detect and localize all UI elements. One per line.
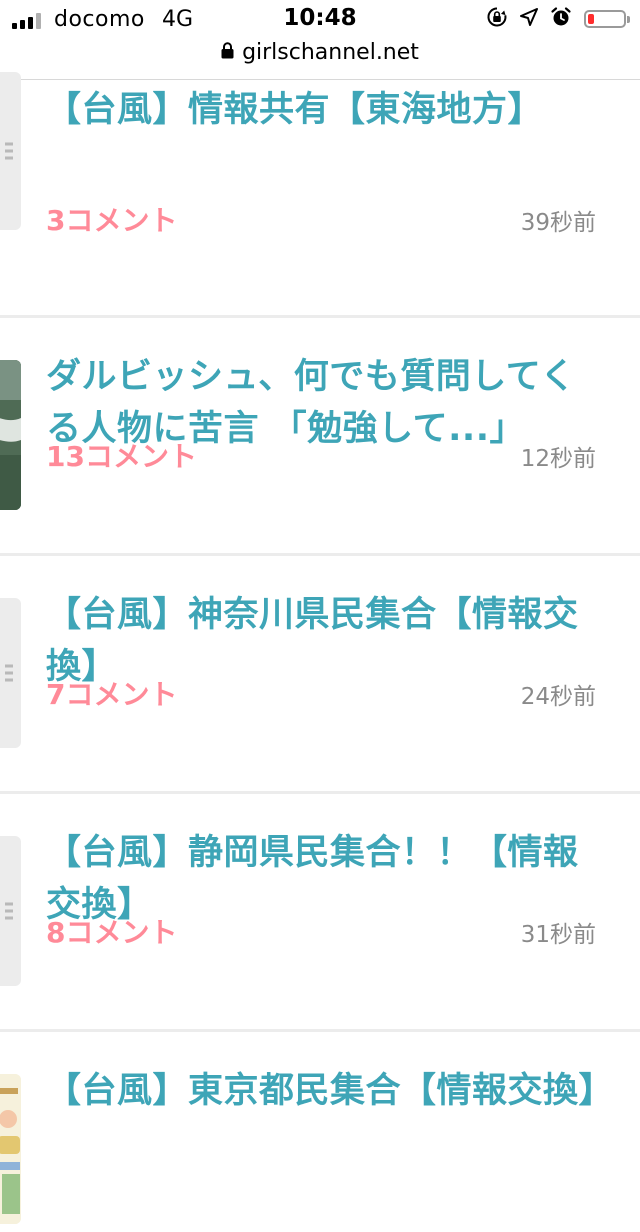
lock-icon: [221, 40, 234, 65]
topic-item[interactable]: 【台風】静岡県民集合！！【情報交換】 8コメント 31秒前: [0, 794, 640, 1032]
comment-count: 8コメント: [46, 916, 178, 949]
topic-thumbnail[interactable]: [0, 836, 21, 986]
alarm-icon: [550, 6, 572, 32]
topic-title[interactable]: 【台風】情報共有【東海地方】: [46, 84, 600, 136]
topic-time: 12秒前: [520, 446, 596, 472]
location-icon: [520, 8, 538, 30]
topic-time: 24秒前: [520, 684, 596, 710]
url-bar[interactable]: girlschannel.net: [0, 40, 640, 65]
topic-item[interactable]: ダルビッシュ、何でも質問してくる人物に苦言 「勉強して...」 13コメント 1…: [0, 318, 640, 556]
topic-thumbnail[interactable]: [0, 360, 21, 510]
orientation-lock-icon: [486, 6, 508, 32]
comment-count: 3コメント: [46, 204, 178, 237]
url-domain: girlschannel.net: [242, 40, 419, 65]
topic-thumbnail[interactable]: [0, 1074, 21, 1224]
topic-thumbnail[interactable]: [0, 598, 21, 748]
topic-time: 39秒前: [520, 210, 596, 236]
topic-item[interactable]: 【台風】東京都民集合【情報交換】: [0, 1032, 640, 1232]
comment-count: 7コメント: [46, 678, 178, 711]
topic-feed: 【台風】情報共有【東海地方】 3コメント 39秒前 ダルビッシュ、何でも質問して…: [0, 72, 640, 1232]
topic-title[interactable]: 【台風】東京都民集合【情報交換】: [46, 1065, 614, 1117]
comment-count: 13コメント: [46, 440, 197, 473]
topic-item[interactable]: 【台風】神奈川県民集合【情報交換】 7コメント 24秒前: [0, 556, 640, 794]
topic-item[interactable]: 【台風】情報共有【東海地方】 3コメント 39秒前: [0, 72, 640, 318]
topic-thumbnail[interactable]: [0, 72, 21, 230]
status-icons: [486, 6, 630, 32]
topic-time: 31秒前: [520, 922, 596, 948]
status-bar: docomo 4G 10:48 girlschannel.net: [0, 0, 640, 80]
battery-icon: [584, 10, 630, 28]
